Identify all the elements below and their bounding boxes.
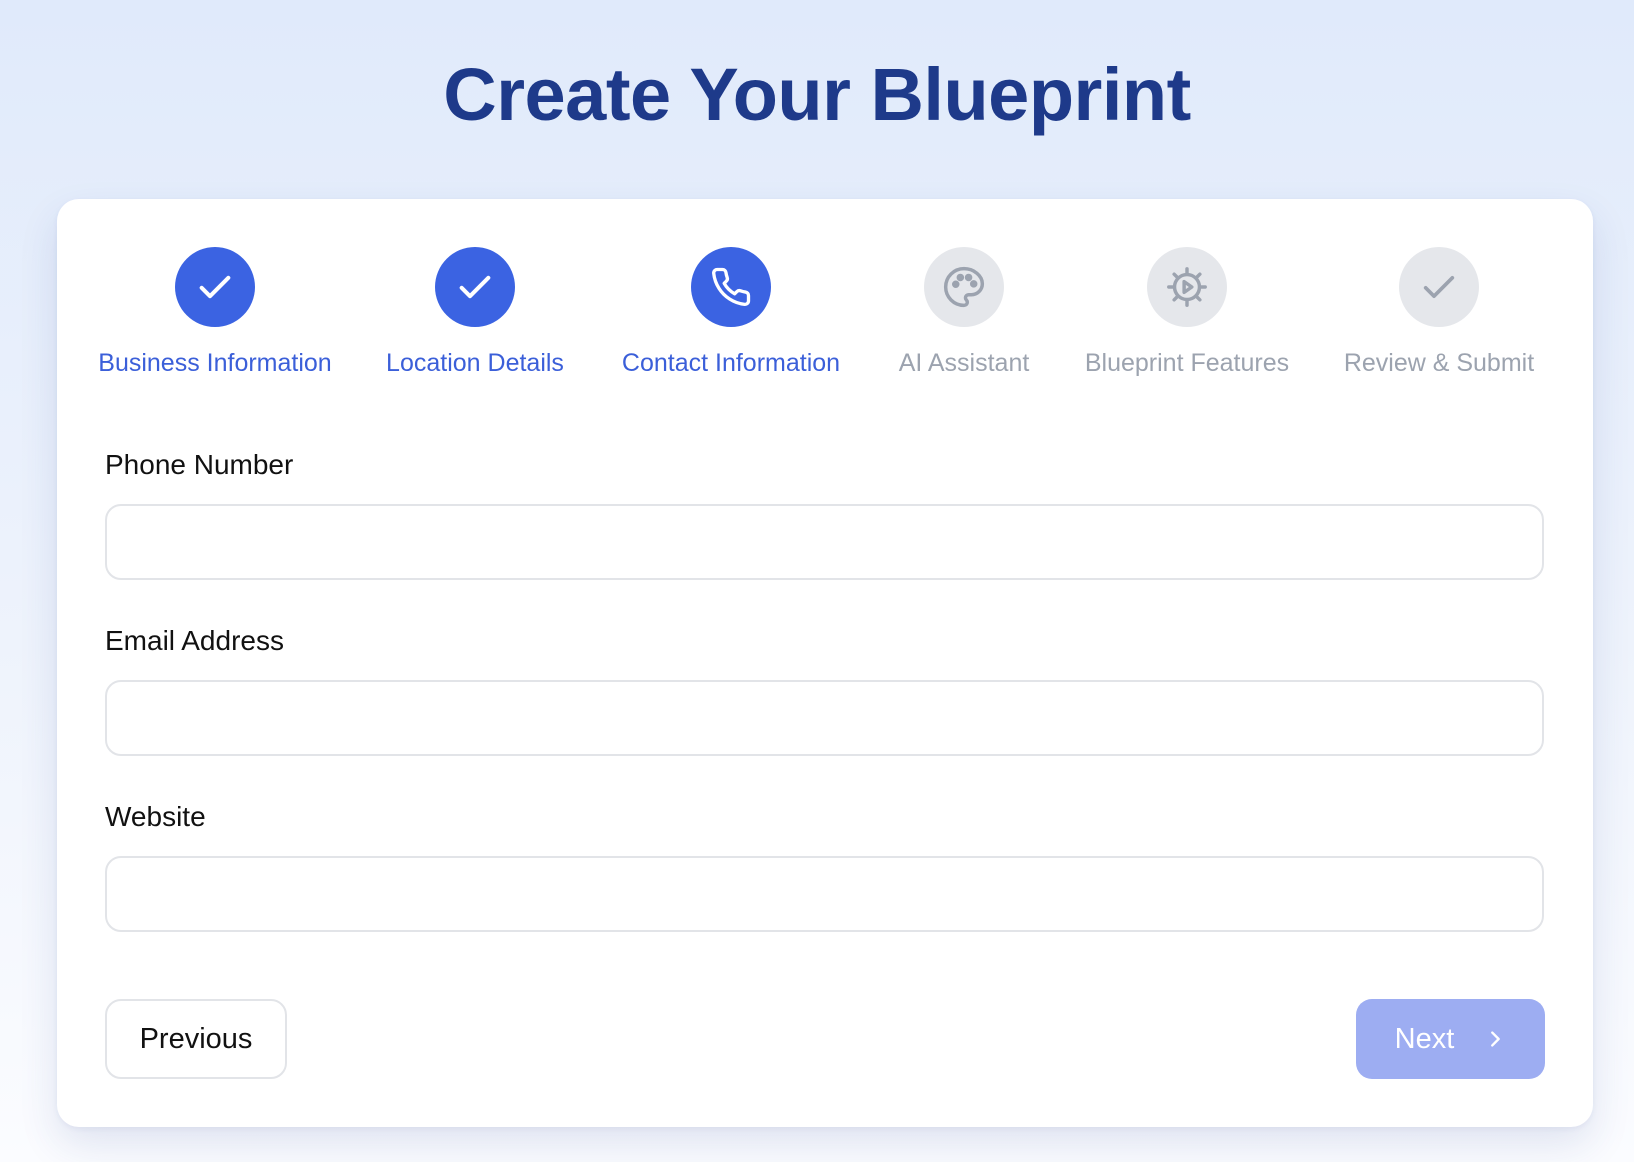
step-circle [691,247,771,327]
progress-stepper: Business Information Location Details Co… [57,199,1593,399]
website-input[interactable] [105,856,1544,932]
step-label: Review & Submit [1343,349,1535,377]
email-address-label: Email Address [105,625,284,656]
step-label: Business Information [98,349,332,377]
step-location-details[interactable]: Location Details [325,247,625,378]
email-address-input[interactable] [105,680,1544,756]
chevron-right-icon [1484,1028,1506,1050]
step-label: Location Details [386,349,564,377]
page-title: Create Your Blueprint [443,53,1191,136]
next-button-label: Next [1394,1022,1455,1055]
check-icon [1423,276,1455,298]
phone-icon [712,267,751,307]
step-circle [435,247,515,327]
step-circle [175,247,255,327]
check-icon [199,275,231,299]
step-business-information[interactable]: Business Information [65,247,365,378]
next-button[interactable]: Next [1356,999,1545,1079]
gear-icon [1167,267,1207,307]
step-circle [924,247,1004,327]
previous-button[interactable]: Previous [105,999,287,1079]
step-circle [1399,247,1479,327]
previous-button-label: Previous [139,1022,253,1055]
phone-number-label: Phone Number [105,449,294,480]
wizard-card: Business Information Location Details Co… [57,199,1593,1127]
step-review-submit[interactable]: Review & Submit [1289,247,1589,378]
step-circle [1147,247,1227,327]
check-icon [459,275,491,299]
phone-number-input[interactable] [105,504,1544,580]
website-label: Website [105,801,206,832]
palette-icon [944,266,985,308]
